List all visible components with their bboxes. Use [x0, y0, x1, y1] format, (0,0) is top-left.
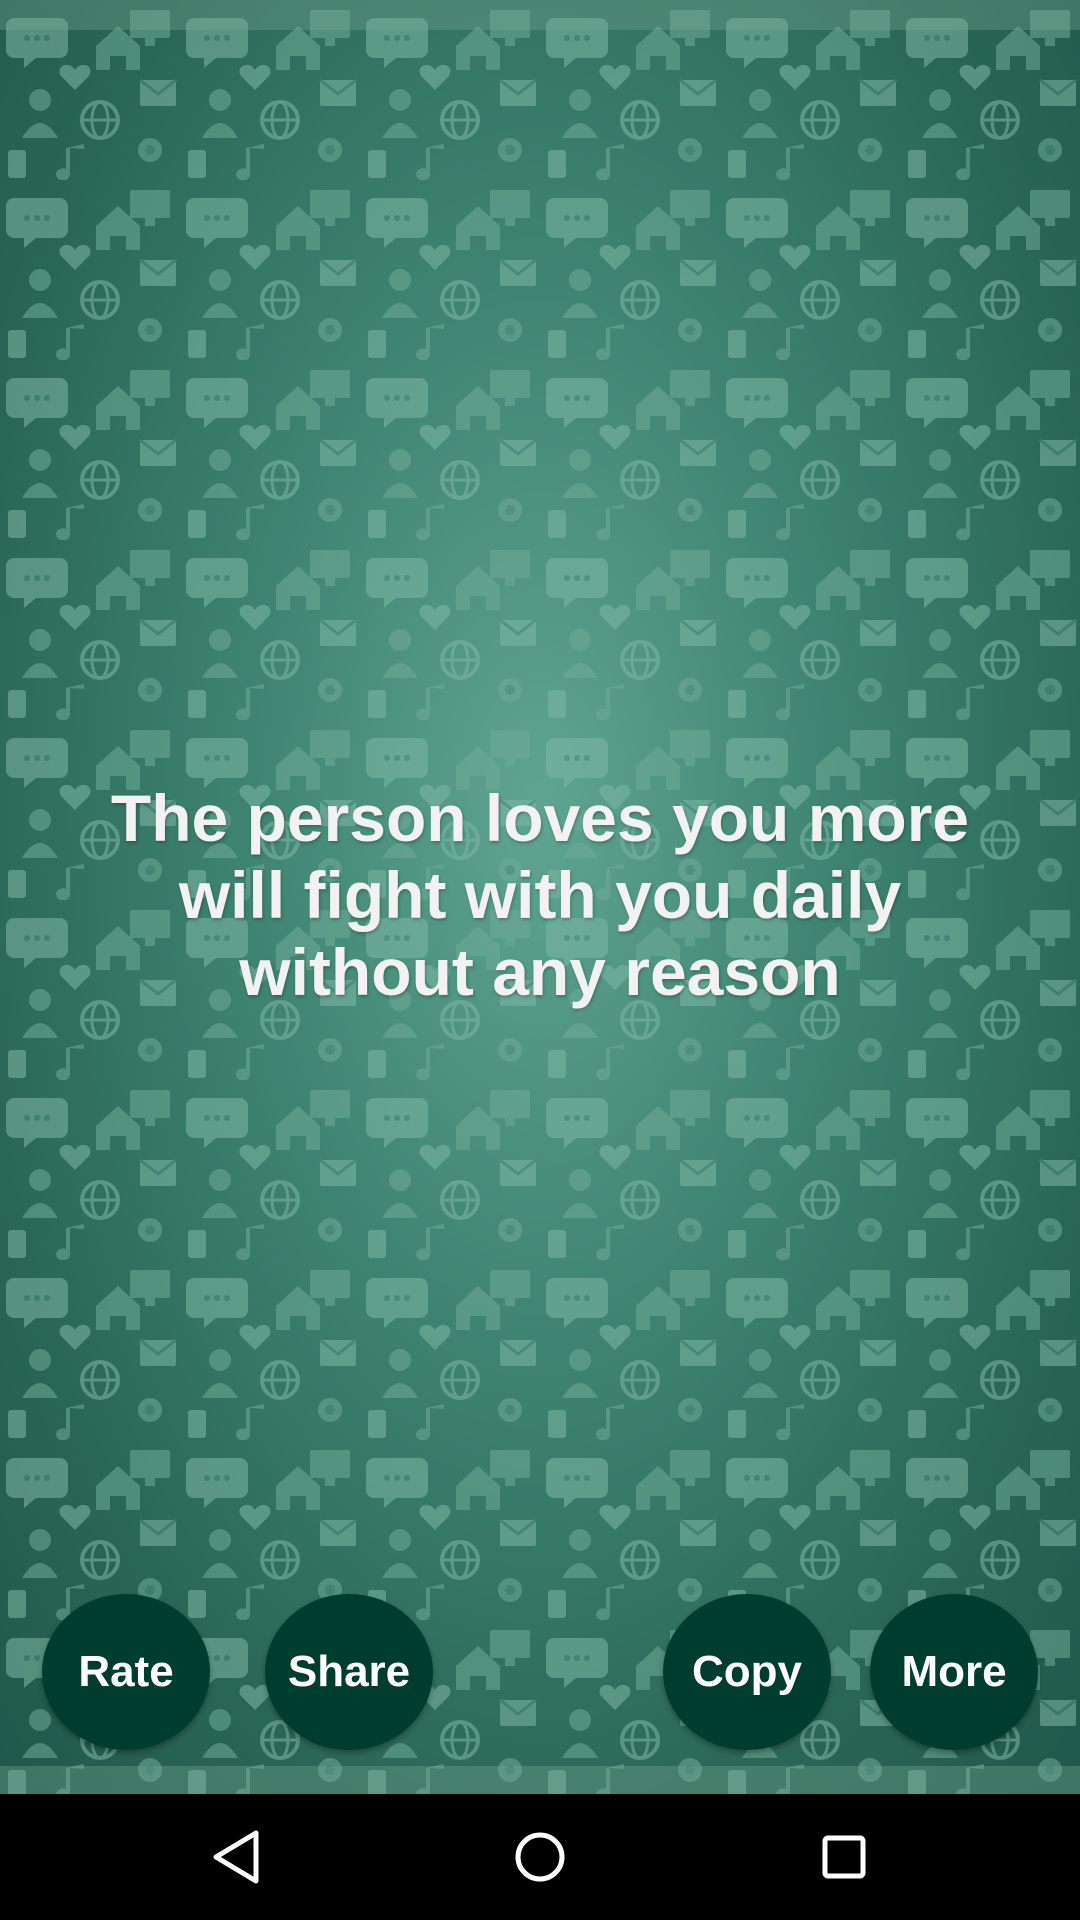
copy-button[interactable]: Copy — [663, 1594, 831, 1750]
system-navigation-bar — [0, 1794, 1080, 1920]
back-button[interactable] — [196, 1817, 276, 1897]
home-button[interactable] — [500, 1817, 580, 1897]
app-screen: The person loves you more will fight wit… — [0, 0, 1080, 1920]
share-button[interactable]: Share — [265, 1594, 433, 1750]
top-edge-strip — [0, 0, 1080, 30]
back-triangle-icon — [213, 1830, 259, 1884]
rate-button[interactable]: Rate — [42, 1594, 210, 1750]
recents-button[interactable] — [804, 1817, 884, 1897]
bottom-edge-strip — [0, 1766, 1080, 1794]
more-button[interactable]: More — [870, 1594, 1038, 1750]
quote-text: The person loves you more will fight wit… — [110, 781, 970, 1009]
recents-square-icon — [822, 1835, 866, 1879]
home-circle-icon — [515, 1832, 565, 1882]
